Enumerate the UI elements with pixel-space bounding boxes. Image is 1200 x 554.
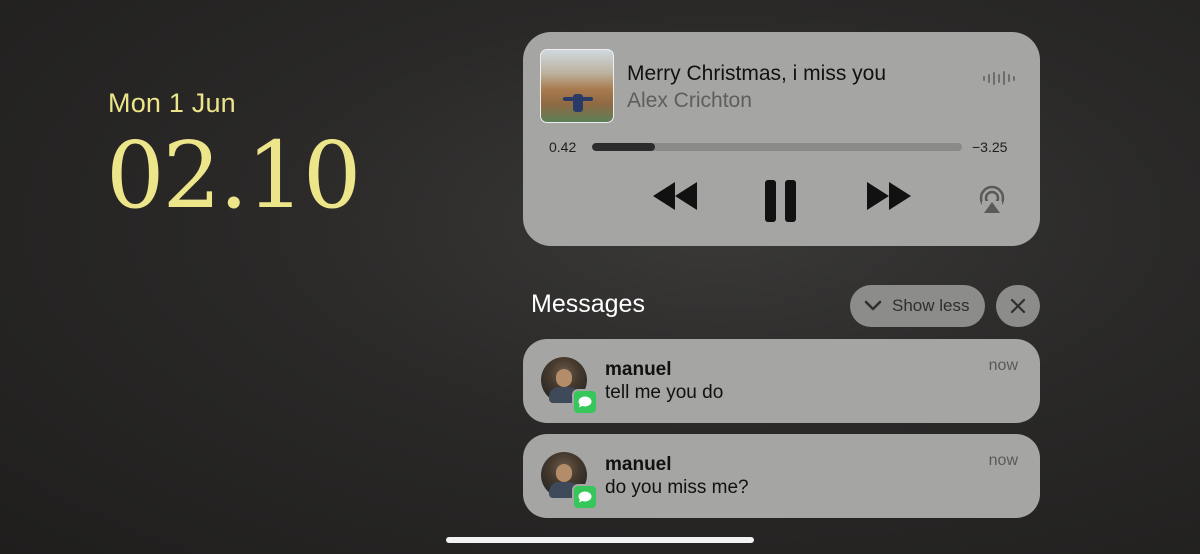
notification-time: now <box>988 357 1018 374</box>
close-icon <box>1010 298 1026 314</box>
notification-sender: manuel <box>605 359 672 380</box>
notification-sender: manuel <box>605 454 672 475</box>
show-less-button[interactable]: Show less <box>850 285 985 327</box>
song-title: Merry Christmas, i miss you <box>627 62 887 85</box>
playback-scrubber[interactable] <box>592 143 962 151</box>
message-notification[interactable]: manuel tell me you do now <box>523 339 1040 423</box>
lock-date: Mon 1 Jun <box>108 88 236 118</box>
previous-track-button[interactable] <box>651 178 699 219</box>
album-artwork[interactable] <box>540 49 614 123</box>
elapsed-time: 0.42 <box>549 139 577 155</box>
notification-time: now <box>988 452 1018 469</box>
lock-time: 02.10 <box>106 122 361 229</box>
pause-button[interactable] <box>763 178 799 229</box>
notification-group-title: Messages <box>531 290 645 318</box>
playback-progress <box>592 143 655 151</box>
messages-app-icon <box>572 389 598 415</box>
message-notification[interactable]: manuel do you miss me? now <box>523 434 1040 518</box>
fast-forward-icon <box>867 182 911 210</box>
home-indicator[interactable] <box>446 537 754 543</box>
airplay-icon <box>979 185 1005 215</box>
messages-app-icon <box>572 484 598 510</box>
song-artist: Alex Crichton <box>627 89 752 112</box>
waveform-icon <box>983 70 1015 86</box>
pause-icon <box>765 180 796 222</box>
clear-notifications-button[interactable] <box>996 285 1040 327</box>
now-playing-widget[interactable]: Merry Christmas, i miss you Alex Crichto… <box>523 32 1040 246</box>
next-track-button[interactable] <box>865 178 913 219</box>
rewind-icon <box>653 182 697 210</box>
notification-message: do you miss me? <box>605 477 749 498</box>
show-less-label: Show less <box>892 296 970 315</box>
notification-message: tell me you do <box>605 382 724 403</box>
chevron-down-icon <box>864 300 882 311</box>
airplay-button[interactable] <box>977 185 1007 220</box>
remaining-time: −3.25 <box>972 139 1008 155</box>
